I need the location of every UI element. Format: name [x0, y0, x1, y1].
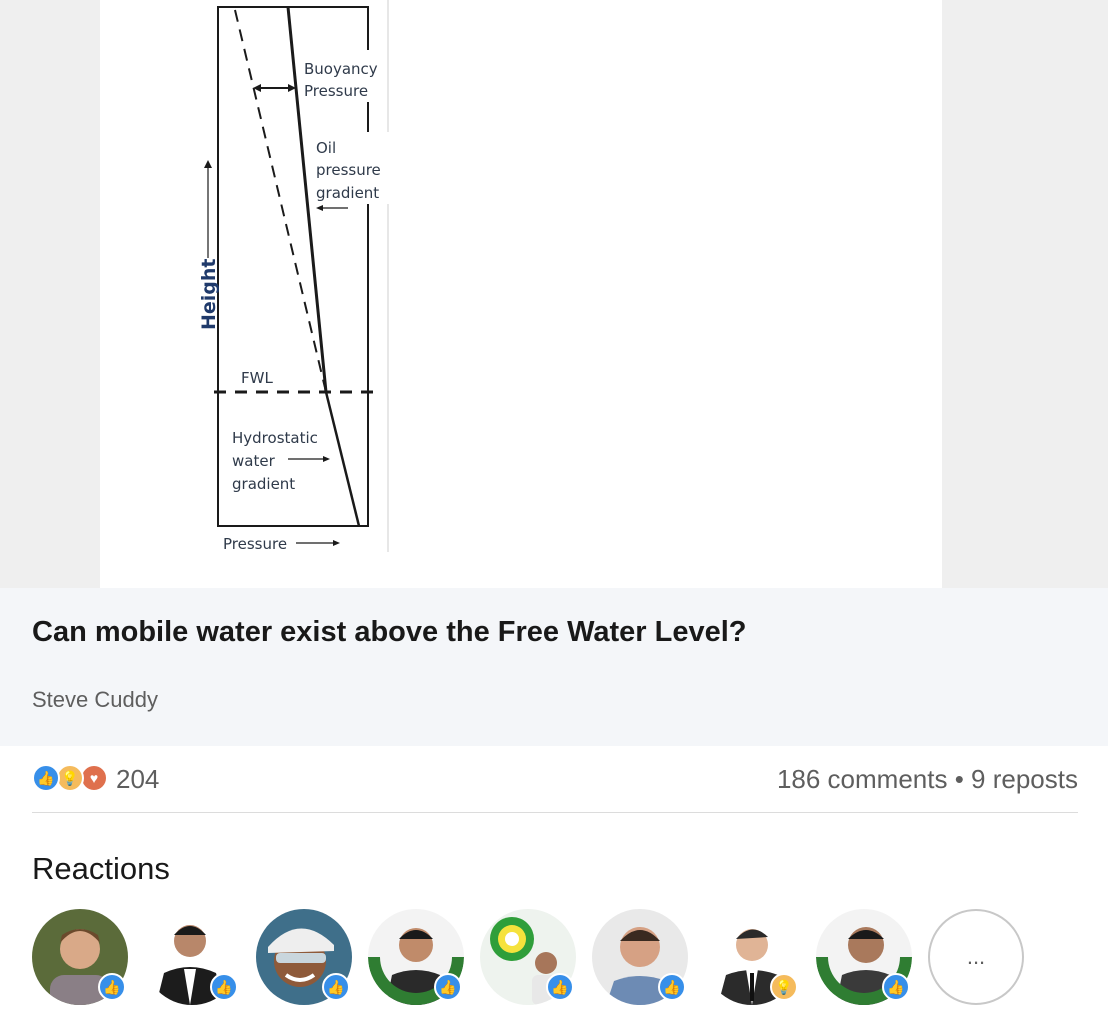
pressure-height-diagram: Buoyancy Pressure Oil pressure gradient … — [198, 0, 390, 553]
reactor-1[interactable]: 👍 — [32, 909, 132, 1009]
oil-label-line2: pressure — [316, 161, 381, 179]
comments-count[interactable]: 186 comments — [777, 764, 948, 794]
insightful-icon: 💡 — [56, 764, 84, 792]
reactor-5[interactable]: 👍 — [480, 909, 580, 1009]
buoyancy-label-line1: Buoyancy — [304, 60, 378, 78]
social-counts-bar: 👍 💡 ♥ 204 186 comments • 9 reposts — [32, 760, 1078, 813]
hydro-label-line3: gradient — [232, 475, 295, 493]
count-separator: • — [954, 764, 964, 794]
article-image[interactable]: Buoyancy Pressure Oil pressure gradient … — [100, 0, 942, 588]
buoyancy-label-line2: Pressure — [304, 82, 368, 100]
reactor-3[interactable]: 👍 — [256, 909, 356, 1009]
fwl-label: FWL — [241, 369, 273, 387]
reaction-count[interactable]: 204 — [116, 764, 159, 795]
reactor-4[interactable]: 👍 — [368, 909, 468, 1009]
reactions-heading: Reactions — [32, 851, 170, 886]
reactor-7[interactable]: 💡 — [704, 909, 804, 1009]
pressure-axis-label: Pressure — [223, 535, 287, 553]
reaction-icons-stack[interactable]: 👍 💡 ♥ — [32, 764, 112, 794]
reactor-8[interactable]: 👍 — [816, 909, 916, 1009]
like-icon: 👍 — [658, 973, 686, 1001]
height-axis-label: Height — [198, 258, 220, 330]
more-reactions-button[interactable]: ... — [928, 909, 1024, 1005]
article-title[interactable]: Can mobile water exist above the Free Wa… — [32, 616, 747, 649]
article-link-card[interactable]: Can mobile water exist above the Free Wa… — [0, 588, 1108, 746]
reactor-6[interactable]: 👍 — [592, 909, 692, 1009]
article-author: Steve Cuddy — [32, 687, 158, 712]
reactor-2[interactable]: 👍 — [144, 909, 244, 1009]
hydro-label-line1: Hydrostatic — [232, 429, 318, 447]
hydrostatic-water-line — [324, 391, 361, 527]
love-icon: ♥ — [80, 764, 108, 792]
like-icon: 👍 — [546, 973, 574, 1001]
oil-label-line3: gradient — [316, 184, 379, 202]
reposts-count[interactable]: 9 reposts — [971, 764, 1078, 794]
comments-reposts: 186 comments • 9 reposts — [777, 764, 1078, 795]
like-icon: 👍 — [98, 973, 126, 1001]
insightful-icon: 💡 — [770, 973, 798, 1001]
like-icon: 👍 — [882, 973, 910, 1001]
like-icon: 👍 — [322, 973, 350, 1001]
oil-label-line1: Oil — [316, 139, 336, 157]
like-icon: 👍 — [210, 973, 238, 1001]
post-media-area: Buoyancy Pressure Oil pressure gradient … — [0, 0, 1108, 588]
like-icon: 👍 — [434, 973, 462, 1001]
like-icon: 👍 — [32, 764, 60, 792]
hydro-label-line2: water — [232, 452, 276, 470]
